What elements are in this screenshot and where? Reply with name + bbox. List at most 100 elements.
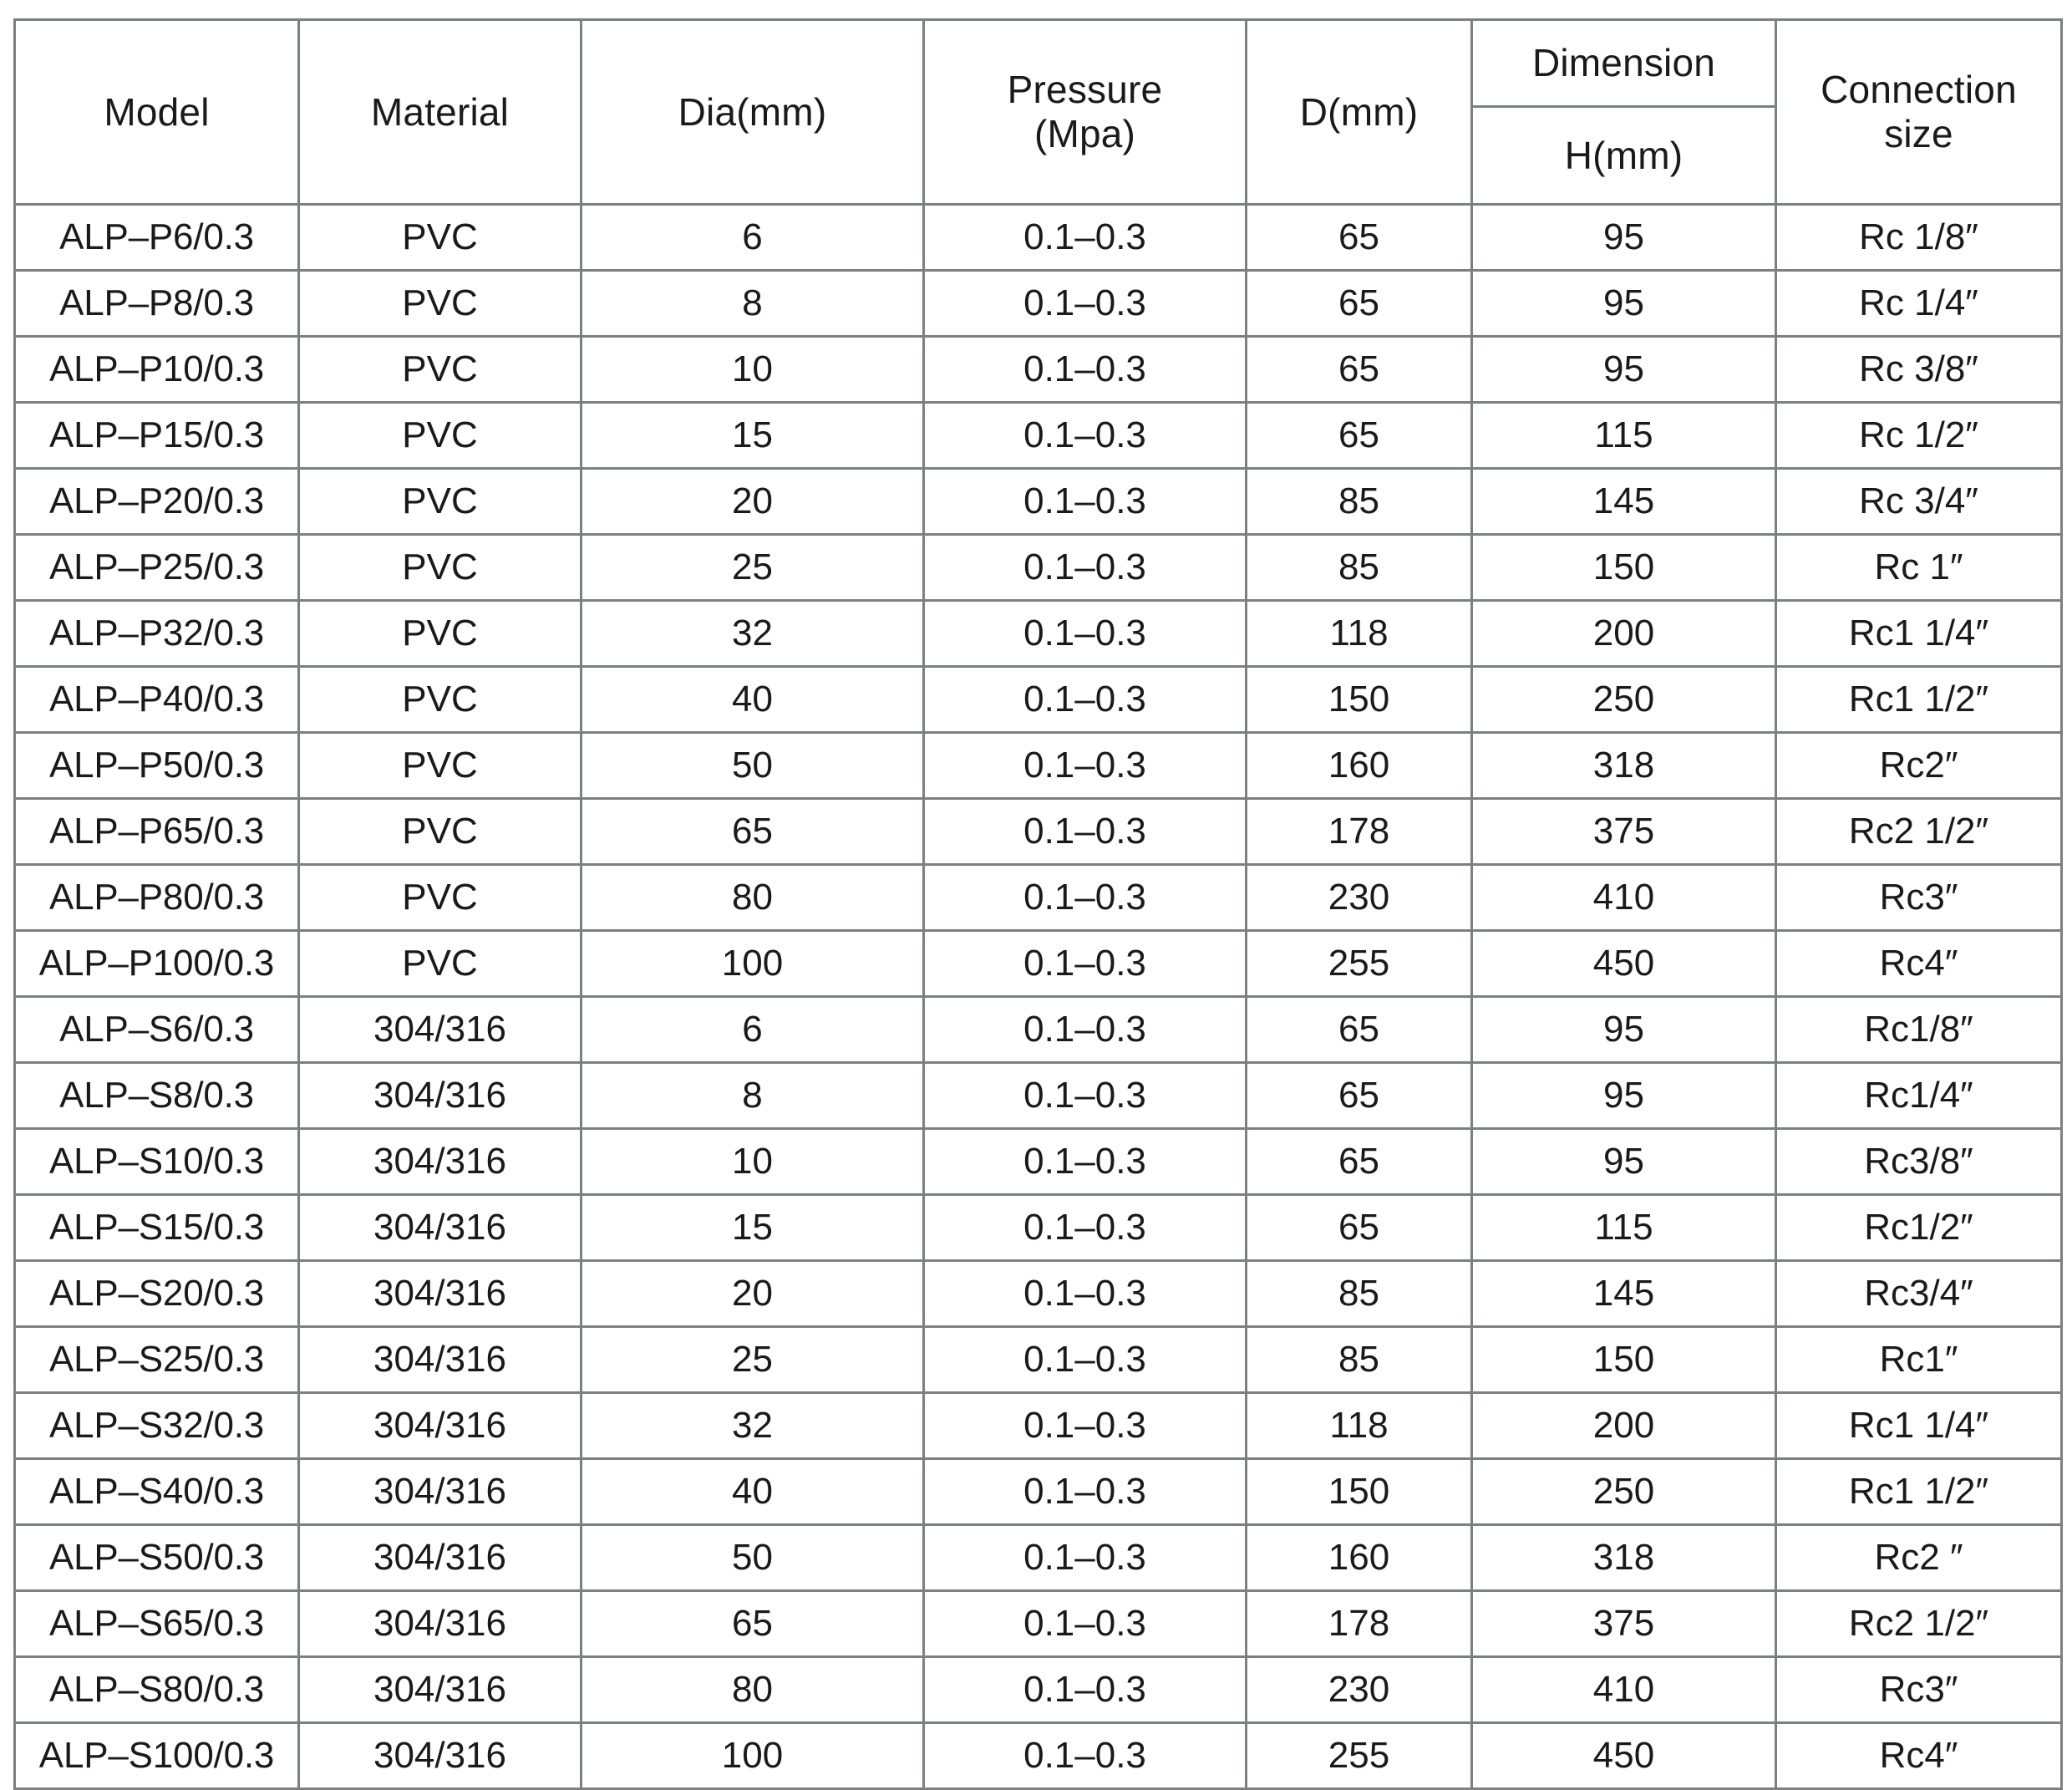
cell-d: 150 <box>1245 1457 1473 1526</box>
cell-h: 95 <box>1470 995 1777 1064</box>
cell-h: 95 <box>1470 335 1777 404</box>
cell-h: 250 <box>1470 665 1777 734</box>
cell-dia: 20 <box>580 1259 925 1328</box>
cell-pressure: 0.1–0.3 <box>922 269 1247 338</box>
cell-connection: Rc4″ <box>1775 929 2063 998</box>
cell-h: 450 <box>1470 1721 1777 1790</box>
cell-pressure: 0.1–0.3 <box>922 1721 1247 1790</box>
column-header-dia: Dia(mm) <box>580 18 925 206</box>
cell-model: ALP–P15/0.3 <box>13 401 300 470</box>
cell-model: ALP–P6/0.3 <box>13 203 300 272</box>
cell-model: ALP–S15/0.3 <box>13 1193 300 1262</box>
cell-h: 115 <box>1470 1193 1777 1262</box>
cell-h: 410 <box>1470 1655 1777 1724</box>
cell-model: ALP–P80/0.3 <box>13 863 300 932</box>
cell-model: ALP–P65/0.3 <box>13 797 300 866</box>
cell-dia: 50 <box>580 731 925 800</box>
cell-d: 65 <box>1245 1061 1473 1130</box>
cell-dia: 65 <box>580 1589 925 1658</box>
cell-d: 65 <box>1245 335 1473 404</box>
cell-model: ALP–P50/0.3 <box>13 731 300 800</box>
cell-d: 160 <box>1245 731 1473 800</box>
cell-model: ALP–S40/0.3 <box>13 1457 300 1526</box>
cell-material: PVC <box>297 665 582 734</box>
table-row: ALP–P10/0.3 PVC 10 0.1–0.3 65 95 Rc 3/8″ <box>13 335 2063 404</box>
cell-dia: 32 <box>580 599 925 668</box>
table-row: ALP–S40/0.3 304/316 40 0.1–0.3 150 250 Rc1 1/2… <box>13 1457 2063 1526</box>
cell-connection: Rc 3/8″ <box>1775 335 2063 404</box>
cell-d: 150 <box>1245 665 1473 734</box>
column-header-h: H(mm) <box>1564 133 1684 177</box>
cell-d: 85 <box>1245 1325 1473 1394</box>
cell-h: 95 <box>1470 203 1777 272</box>
column-header-dimension-group: Dimension H(mm) <box>1470 18 1777 206</box>
cell-h: 375 <box>1470 797 1777 866</box>
table-row: ALP–P15/0.3 PVC 15 0.1–0.3 65 115 Rc 1/2″ <box>13 401 2063 470</box>
cell-connection: Rc1/8″ <box>1775 995 2063 1064</box>
cell-pressure: 0.1–0.3 <box>922 863 1247 932</box>
table-row: ALP–P20/0.3 PVC 20 0.1–0.3 85 145 Rc 3/4″ <box>13 467 2063 536</box>
cell-model: ALP–P40/0.3 <box>13 665 300 734</box>
cell-pressure: 0.1–0.3 <box>922 1325 1247 1394</box>
cell-pressure: 0.1–0.3 <box>922 1523 1247 1592</box>
cell-model: ALP–S25/0.3 <box>13 1325 300 1394</box>
cell-connection: Rc 1″ <box>1775 533 2063 602</box>
cell-dia: 15 <box>580 1193 925 1262</box>
cell-dia: 100 <box>580 929 925 998</box>
cell-connection: Rc3/4″ <box>1775 1259 2063 1328</box>
cell-d: 65 <box>1245 995 1473 1064</box>
cell-material: 304/316 <box>297 1655 582 1724</box>
cell-dia: 6 <box>580 995 925 1064</box>
table-row: ALP–P8/0.3 PVC 8 0.1–0.3 65 95 Rc 1/4″ <box>13 269 2063 338</box>
table-row: ALP–S100/0.3 304/316 100 0.1–0.3 255 450 Rc4″ <box>13 1721 2063 1790</box>
cell-h: 115 <box>1470 401 1777 470</box>
cell-dia: 65 <box>580 797 925 866</box>
cell-connection: Rc2 ″ <box>1775 1523 2063 1592</box>
table-row: ALP–S32/0.3 304/316 32 0.1–0.3 118 200 Rc1 1/4… <box>13 1391 2063 1460</box>
cell-h: 95 <box>1470 269 1777 338</box>
table-row: ALP–S25/0.3 304/316 25 0.1–0.3 85 150 Rc1″ <box>13 1325 2063 1394</box>
table-row: ALP–P50/0.3 PVC 50 0.1–0.3 160 318 Rc2″ <box>13 731 2063 800</box>
cell-material: 304/316 <box>297 995 582 1064</box>
cell-pressure: 0.1–0.3 <box>922 203 1247 272</box>
cell-pressure: 0.1–0.3 <box>922 797 1247 866</box>
table-row: ALP–P80/0.3 PVC 80 0.1–0.3 230 410 Rc3″ <box>13 863 2063 932</box>
cell-material: 304/316 <box>297 1523 582 1592</box>
cell-d: 65 <box>1245 1193 1473 1262</box>
cell-dia: 20 <box>580 467 925 536</box>
cell-pressure: 0.1–0.3 <box>922 401 1247 470</box>
cell-dia: 32 <box>580 1391 925 1460</box>
cell-d: 85 <box>1245 533 1473 602</box>
table-row: ALP–S8/0.3 304/316 8 0.1–0.3 65 95 Rc1/4″ <box>13 1061 2063 1130</box>
cell-model: ALP–P25/0.3 <box>13 533 300 602</box>
cell-model: ALP–S50/0.3 <box>13 1523 300 1592</box>
cell-pressure: 0.1–0.3 <box>922 335 1247 404</box>
table-row: ALP–S15/0.3 304/316 15 0.1–0.3 65 115 Rc1/2″ <box>13 1193 2063 1262</box>
cell-material: 304/316 <box>297 1721 582 1790</box>
cell-d: 230 <box>1245 863 1473 932</box>
cell-material: 304/316 <box>297 1391 582 1460</box>
cell-d: 255 <box>1245 929 1473 998</box>
cell-pressure: 0.1–0.3 <box>922 533 1247 602</box>
column-header-dimension: Dimension <box>1473 21 1775 108</box>
cell-model: ALP–S10/0.3 <box>13 1127 300 1196</box>
cell-connection: Rc2″ <box>1775 731 2063 800</box>
cell-pressure: 0.1–0.3 <box>922 1589 1247 1658</box>
cell-d: 178 <box>1245 1589 1473 1658</box>
column-header-material: Material <box>297 18 582 206</box>
cell-model: ALP–P8/0.3 <box>13 269 300 338</box>
cell-pressure: 0.1–0.3 <box>922 731 1247 800</box>
cell-connection: Rc1/4″ <box>1775 1061 2063 1130</box>
table-body: ALP–P6/0.3 PVC 6 0.1–0.3 65 95 Rc 1/8″ ALP–P8/0… <box>13 203 2063 1790</box>
cell-dia: 15 <box>580 401 925 470</box>
table-row: ALP–S80/0.3 304/316 80 0.1–0.3 230 410 Rc3″ <box>13 1655 2063 1724</box>
cell-material: PVC <box>297 863 582 932</box>
cell-model: ALP–S6/0.3 <box>13 995 300 1064</box>
cell-d: 65 <box>1245 203 1473 272</box>
cell-pressure: 0.1–0.3 <box>922 1655 1247 1724</box>
cell-model: ALP–P20/0.3 <box>13 467 300 536</box>
cell-connection: Rc1 1/4″ <box>1775 599 2063 668</box>
column-header-model: Model <box>13 18 300 206</box>
cell-model: ALP–S65/0.3 <box>13 1589 300 1658</box>
table-header: Model Material Dia(mm) Pressure (Mpa) D(… <box>13 18 2063 206</box>
